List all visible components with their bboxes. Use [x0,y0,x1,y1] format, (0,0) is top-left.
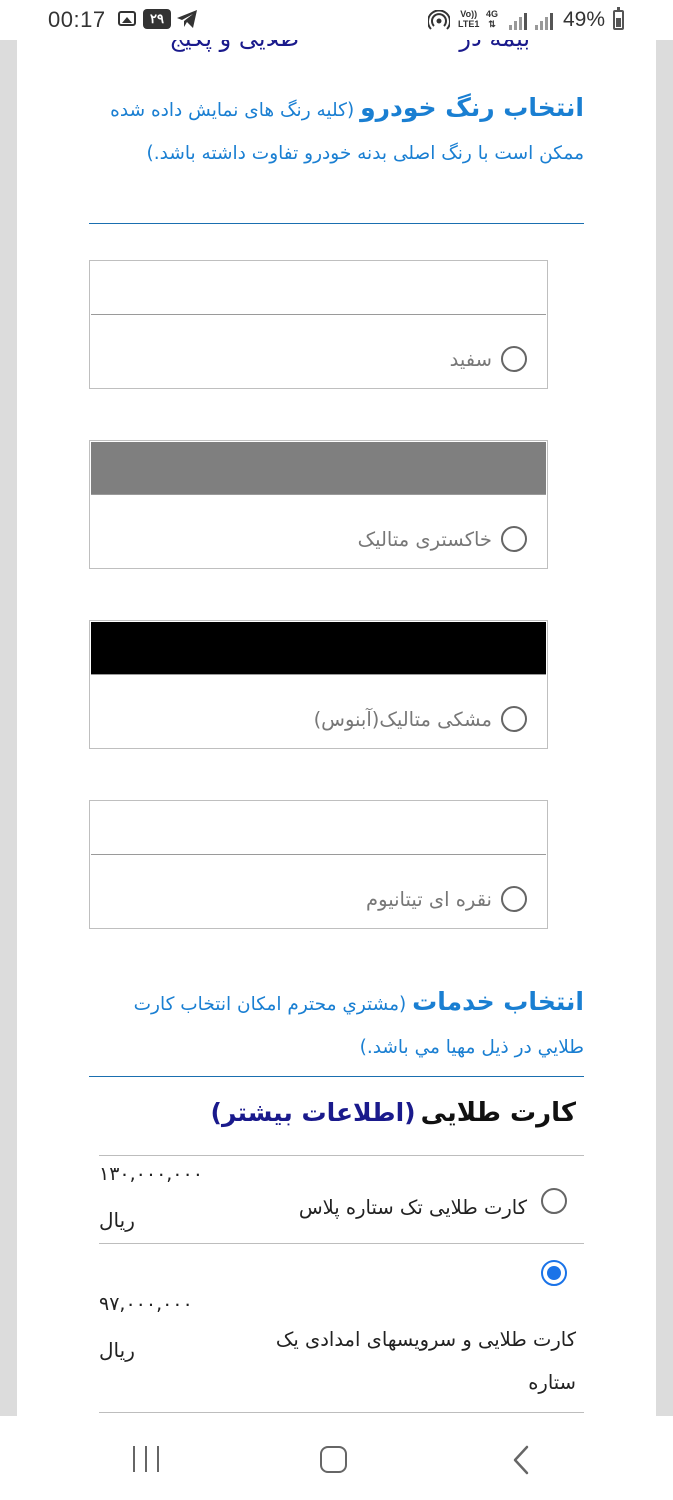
page-gutter-right [656,40,673,1416]
radio-button[interactable] [501,346,527,372]
color-label: سفید [449,347,492,371]
volte-indicator: Vo)) LTE1 [458,9,480,29]
page-content[interactable]: بیمه در طلایی و پکیج انتخاب رنگ خودرو (ک… [17,40,656,1416]
status-bar: 00:17 ۲۹ Vo)) LTE1 4G ⇅ 49% [0,0,673,40]
services-section-heading: انتخاب خدمات [412,987,584,1016]
option-currency: ریال [99,1338,135,1362]
battery-icon [613,7,624,30]
color-option-metallic-black[interactable]: مشکی متالیک(آبنوس) [89,620,548,749]
signal-icon [509,13,527,30]
section-divider [89,1076,584,1077]
color-swatch [91,622,546,675]
status-time: 00:17 [48,7,106,32]
back-button[interactable] [508,1445,534,1475]
color-swatch [91,442,546,495]
color-label: خاکستری متالیک [357,527,492,551]
battery-percent: 49% [563,8,606,31]
golden-card-title: کارت طلایی [420,1098,576,1128]
more-info-link[interactable]: (اطلاعات بیشتر) [211,1098,416,1127]
row-divider [99,1243,584,1244]
navigation-bar [0,1416,673,1500]
radio-button-selected[interactable] [541,1260,567,1286]
row-divider [99,1412,584,1413]
color-section-heading: انتخاب رنگ خودرو [360,93,584,122]
color-radio-row[interactable]: سفید [450,343,527,375]
radio-button[interactable] [541,1188,567,1214]
option-price: ۱۳۰,۰۰۰,۰۰۰ [99,1163,203,1185]
section-divider [89,223,584,224]
top-cut-text: بیمه در [459,40,530,52]
color-section-title: انتخاب رنگ خودرو (کلیه رنگ های نمایش داد… [89,86,584,175]
color-radio-row[interactable]: نقره ای تیتانیوم [366,883,527,915]
network-type-indicator: 4G ⇅ [486,9,499,29]
radio-button[interactable] [501,886,527,912]
data-arrows-icon: ⇅ [488,19,496,29]
telegram-icon [177,10,197,28]
row-divider [99,1155,584,1156]
home-button[interactable] [320,1446,347,1473]
color-label: مشکی متالیک(آبنوس) [313,707,492,731]
top-cut-text: طلایی و پکیج [169,40,299,52]
color-option-metallic-gray[interactable]: خاکستری متالیک [89,440,548,569]
radio-button[interactable] [501,706,527,732]
option-label: کارت طلایی و سرویسهای امدادی یک ستاره [275,1328,576,1394]
option-label: کارت طلایی تک ستاره پلاس [298,1196,527,1219]
color-swatch [91,262,546,315]
color-radio-row[interactable]: خاکستری متالیک [358,523,527,555]
gallery-icon [118,11,136,26]
color-option-titanium-silver[interactable]: نقره ای تیتانیوم [89,800,548,929]
signal-icon [535,13,553,30]
color-radio-row[interactable]: مشکی متالیک(آبنوس) [314,703,527,735]
option-price: ۹۷,۰۰۰,۰۰۰ [99,1293,193,1315]
services-section-title: انتخاب خدمات (مشتري محترم امكان انتخاب ك… [89,980,584,1069]
color-option-white[interactable]: سفید [89,260,548,389]
page-gutter-left [0,40,17,1416]
hotspot-icon [428,10,450,30]
golden-card-header: کارت طلایی (اطلاعات بیشتر) [99,1098,576,1148]
option-currency: ریال [99,1208,135,1232]
color-label: نقره ای تیتانیوم [366,887,492,911]
radio-button[interactable] [501,526,527,552]
color-swatch [91,802,546,855]
notification-badge: ۲۹ [143,9,171,29]
recent-apps-button[interactable] [131,1446,161,1472]
